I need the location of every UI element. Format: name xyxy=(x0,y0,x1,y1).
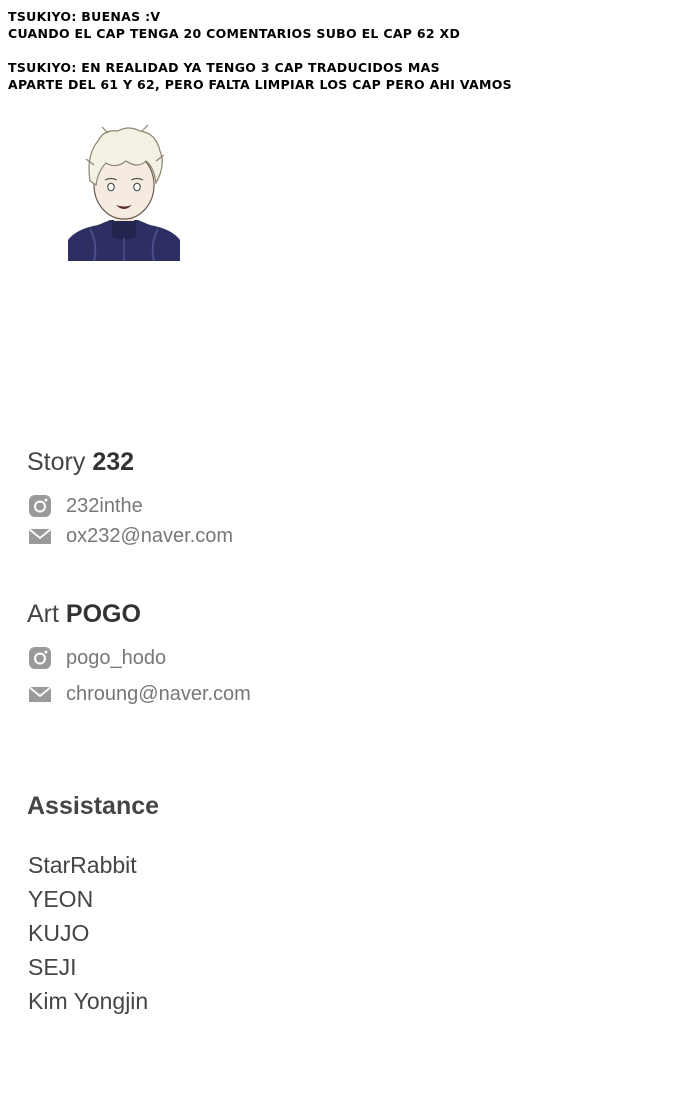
art-email[interactable]: chroung@naver.com xyxy=(28,682,251,706)
translator-note: TSUKIYO: BUENAS :V CUANDO EL CAP TENGA 2… xyxy=(8,8,678,93)
instagram-icon xyxy=(29,495,51,517)
assistance-title: Assistance xyxy=(27,792,160,820)
assistance-list: StarRabbit YEON KUJO SEJI Kim Yongjin xyxy=(28,848,148,1018)
assistance-member: SEJI xyxy=(28,954,77,980)
note-line-4: APARTE DEL 61 Y 62, PERO FALTA LIMPIAR L… xyxy=(8,77,512,92)
mail-icon xyxy=(28,528,52,544)
character-avatar-image xyxy=(68,125,180,261)
instagram-icon xyxy=(29,647,51,669)
story-email-address: ox232@naver.com xyxy=(66,524,234,547)
assistance-member: Kim Yongjin xyxy=(28,988,149,1014)
art-instagram-handle: pogo_hodo xyxy=(66,646,167,669)
note-line-3: TSUKIYO: EN REALIDAD YA TENGO 3 CAP TRAD… xyxy=(8,60,440,75)
art-credit-title: Art POGO xyxy=(27,600,141,628)
art-email-address: chroung@naver.com xyxy=(66,682,251,705)
story-credit-title: Story 232 xyxy=(27,448,135,476)
story-email[interactable]: ox232@naver.com xyxy=(28,524,233,548)
assistance-member: YEON xyxy=(28,886,94,912)
story-instagram-handle: 232inthe xyxy=(66,494,143,517)
story-instagram[interactable]: 232inthe xyxy=(28,494,143,518)
mail-icon xyxy=(28,686,52,702)
note-line-2: CUANDO EL CAP TENGA 20 COMENTARIOS SUBO … xyxy=(8,26,461,41)
art-instagram[interactable]: pogo_hodo xyxy=(28,646,166,670)
assistance-member: StarRabbit xyxy=(28,852,137,878)
note-line-1: TSUKIYO: BUENAS :V xyxy=(8,9,161,24)
assistance-member: KUJO xyxy=(28,920,90,946)
